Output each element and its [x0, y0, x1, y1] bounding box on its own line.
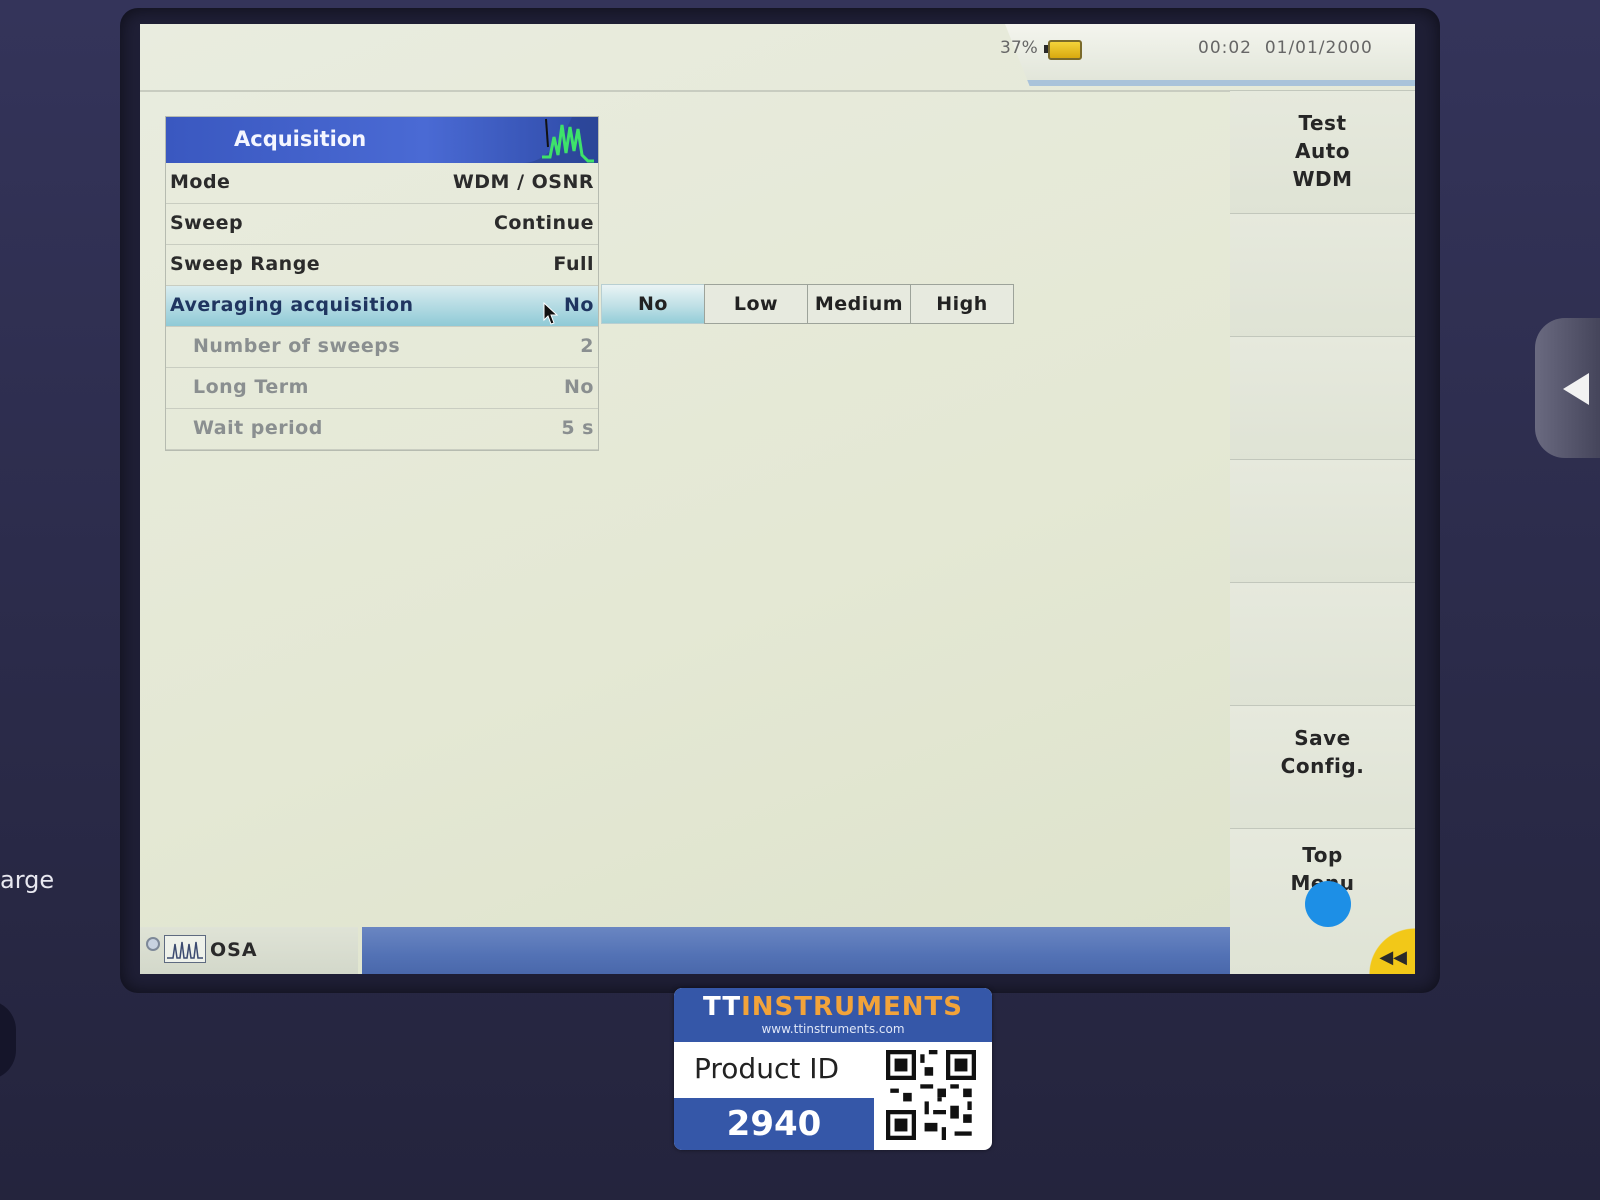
row-sweep[interactable]: Sweep Continue — [166, 204, 598, 245]
battery-icon — [1044, 40, 1082, 60]
softkey-empty-4[interactable] — [1230, 459, 1415, 584]
softkey-test-auto-wdm[interactable]: Test Auto WDM — [1230, 90, 1415, 215]
row-value: 5 s — [561, 417, 594, 439]
side-label: arge — [0, 866, 55, 894]
qr-code-icon — [886, 1050, 976, 1140]
acquisition-panel: Acquisition Mode WDM / OSNR Sweep Contin… — [165, 116, 599, 451]
side-knob — [0, 1000, 16, 1080]
option-high[interactable]: High — [910, 284, 1014, 324]
row-label: Mode — [170, 171, 231, 193]
nav-left-button[interactable] — [1535, 318, 1600, 458]
arrow-left-icon — [1563, 373, 1589, 405]
device-housing: arge 37% 00:02 01/01/2000 Acquisition Mo… — [0, 0, 1600, 1200]
row-label: Sweep — [170, 212, 244, 234]
row-mode[interactable]: Mode WDM / OSNR — [166, 163, 598, 204]
row-value: No — [564, 294, 594, 316]
row-label: Averaging acquisition — [170, 294, 414, 316]
spectrum-icon — [522, 117, 598, 163]
touch-indicator — [1305, 881, 1351, 927]
screen: 37% 00:02 01/01/2000 Acquisition Mode WD… — [140, 24, 1415, 974]
row-sweep-range[interactable]: Sweep Range Full — [166, 245, 598, 286]
asset-sticker: TTINSTRUMENTS www.ttinstruments.com Prod… — [674, 988, 992, 1150]
date-text: 01/01/2000 — [1264, 38, 1373, 58]
module-tab-osa[interactable]: OSA — [140, 927, 358, 974]
softkey-save-config[interactable]: Save Config. — [1230, 705, 1415, 830]
brand-logo: TTINSTRUMENTS — [703, 992, 963, 1022]
row-value: WDM / OSNR — [452, 171, 594, 193]
battery-percent: 37% — [1000, 38, 1038, 58]
softkey-column: Test Auto WDM Save Config. Top Menu — [1230, 90, 1415, 974]
clock: 00:02 01/01/2000 — [1198, 38, 1373, 58]
row-value: Full — [553, 253, 594, 275]
row-averaging-acquisition[interactable]: Averaging acquisition No — [166, 286, 598, 327]
option-medium[interactable]: Medium — [807, 284, 911, 324]
mouse-cursor-icon — [543, 302, 559, 325]
row-value: Continue — [493, 212, 594, 234]
row-value: No — [564, 376, 594, 398]
radio-dot-icon — [146, 937, 160, 951]
panel-title: Acquisition — [234, 127, 367, 151]
row-label: Sweep Range — [170, 253, 321, 275]
message-bar — [362, 927, 1230, 974]
row-number-of-sweeps[interactable]: Number of sweeps 2 — [166, 327, 598, 368]
softkey-label: Test Auto WDM — [1292, 111, 1353, 191]
bottom-bar: OSA — [140, 927, 1415, 974]
product-id-label: Product ID — [694, 1052, 840, 1085]
module-label: OSA — [210, 939, 258, 961]
status-bar — [140, 24, 1415, 92]
softkey-empty-5[interactable] — [1230, 582, 1415, 707]
row-long-term[interactable]: Long Term No — [166, 368, 598, 409]
row-value: 2 — [580, 335, 594, 357]
sticker-brand-bar: TTINSTRUMENTS www.ttinstruments.com — [674, 988, 992, 1042]
row-wait-period[interactable]: Wait period 5 s — [166, 409, 598, 450]
option-no[interactable]: No — [601, 284, 705, 324]
row-label: Number of sweeps — [193, 335, 401, 357]
softkey-label: Save Config. — [1280, 726, 1365, 778]
option-low[interactable]: Low — [704, 284, 808, 324]
averaging-options: No Low Medium High — [601, 284, 1014, 324]
row-label: Long Term — [193, 376, 309, 398]
time-text: 00:02 — [1198, 38, 1252, 58]
panel-header: Acquisition — [166, 117, 598, 163]
softkey-empty-3[interactable] — [1230, 336, 1415, 461]
brand-website: www.ttinstruments.com — [761, 1022, 905, 1036]
softkey-empty-2[interactable] — [1230, 213, 1415, 338]
row-label: Wait period — [193, 417, 323, 439]
osa-spectrum-icon — [164, 935, 206, 963]
product-id-value: 2940 — [674, 1098, 874, 1150]
